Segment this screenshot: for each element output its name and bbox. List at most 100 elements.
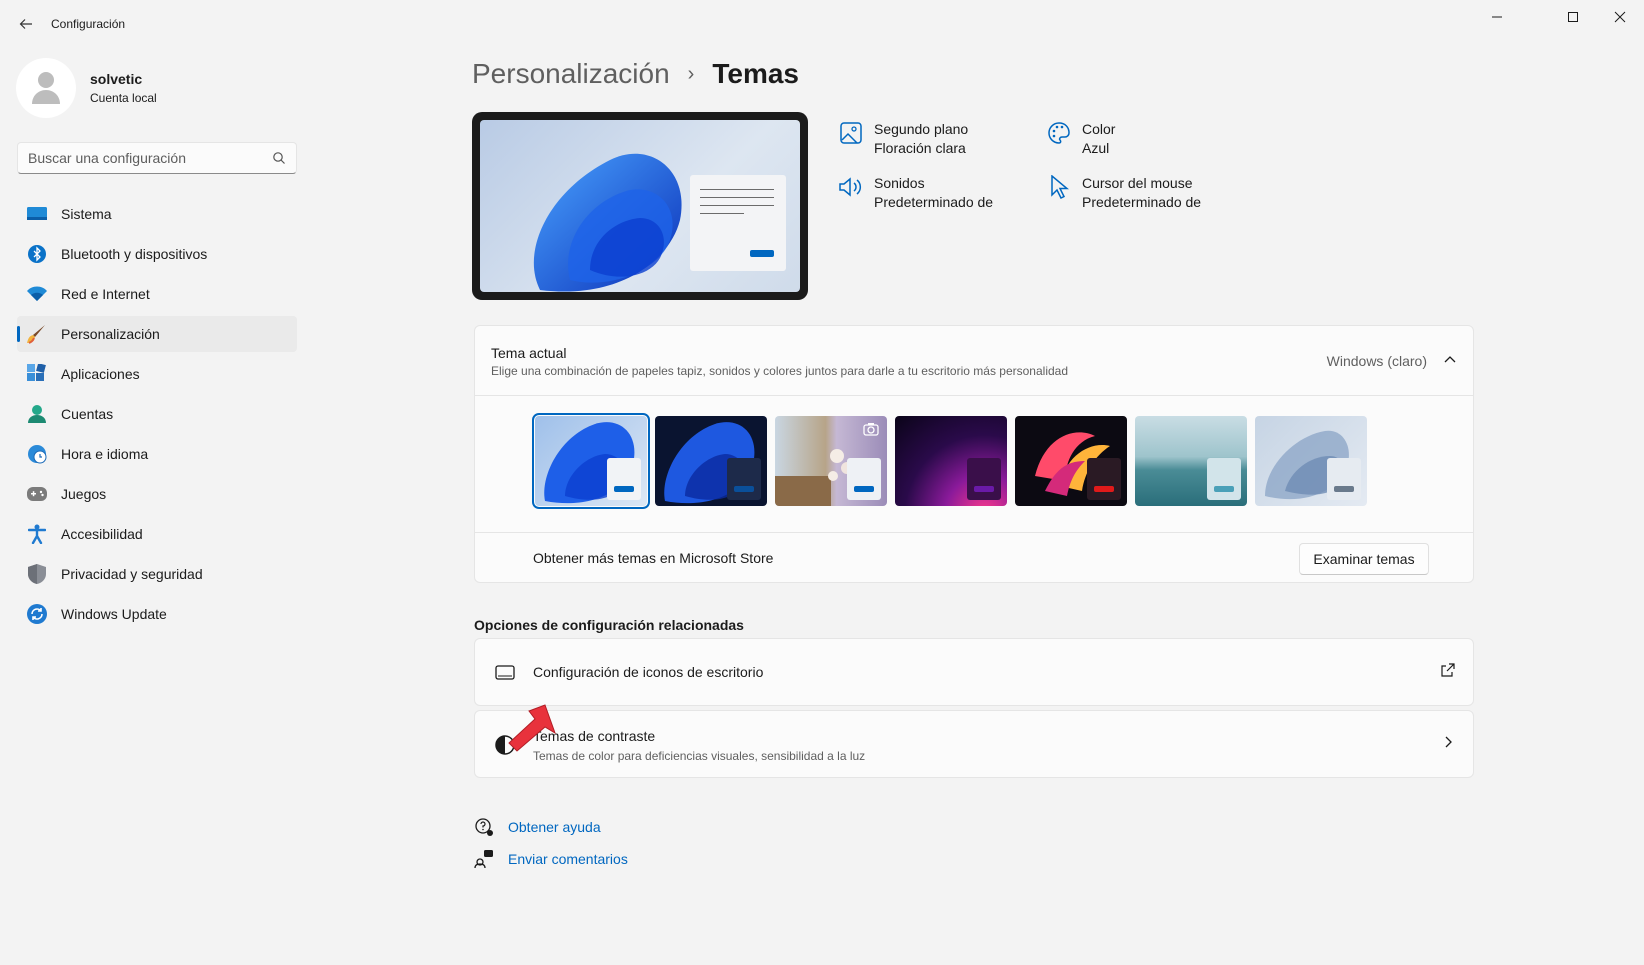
preview-wallpaper <box>480 120 800 292</box>
sidebar-item-red[interactable]: Red e Internet <box>17 276 297 312</box>
search-input[interactable] <box>28 150 272 166</box>
current-theme-card: Tema actual Elige una combinación de pap… <box>474 325 1474 583</box>
property-label: Sonidos <box>874 175 925 191</box>
breadcrumb: Personalización › Temas <box>472 58 799 90</box>
property-color[interactable]: Color Azul <box>1046 120 1115 158</box>
sidebar-item-sistema[interactable]: Sistema <box>17 196 297 232</box>
profile-account-type: Cuenta local <box>90 91 157 105</box>
chevron-right-icon <box>1441 735 1455 752</box>
settings-search[interactable] <box>17 142 297 174</box>
breadcrumb-parent[interactable]: Personalización <box>472 58 670 90</box>
sidebar-item-juegos[interactable]: Juegos <box>17 476 297 512</box>
cursor-icon <box>1046 174 1072 200</box>
sidebar-item-cuentas[interactable]: Cuentas <box>17 396 297 432</box>
sidebar-item-bluetooth[interactable]: Bluetooth y dispositivos <box>17 236 297 272</box>
desktop-icons-settings-row[interactable]: Configuración de iconos de escritorio <box>474 638 1474 706</box>
sidebar-item-accesibilidad[interactable]: Accesibilidad <box>17 516 297 552</box>
theme-preview <box>472 112 808 300</box>
feedback-icon <box>474 849 494 869</box>
gamepad-icon <box>27 484 47 504</box>
page-title: Temas <box>712 58 799 89</box>
theme-thumbnail-windows-dark[interactable] <box>655 416 767 506</box>
property-cursor[interactable]: Cursor del mouse Predeterminado de <box>1046 174 1201 212</box>
sidebar-item-label: Sistema <box>61 206 112 222</box>
sidebar-nav: Sistema Bluetooth y dispositivos Red e I… <box>17 196 297 636</box>
feedback-link-row: Enviar comentarios <box>474 849 628 869</box>
sidebar-item-label: Accesibilidad <box>61 526 143 542</box>
theme-thumbnail-flow[interactable] <box>1255 416 1367 506</box>
sidebar-item-windows-update[interactable]: Windows Update <box>17 596 297 632</box>
property-background[interactable]: Segundo plano Floración clara <box>838 120 968 158</box>
palette-icon <box>1046 120 1072 146</box>
back-button[interactable] <box>14 12 38 36</box>
close-button[interactable] <box>1596 0 1644 34</box>
image-icon <box>838 120 864 146</box>
speaker-icon <box>838 174 864 200</box>
browse-themes-button[interactable]: Examinar temas <box>1299 543 1429 575</box>
theme-section-description: Elige una combinación de papeles tapiz, … <box>491 364 1069 378</box>
user-avatar-icon <box>32 72 60 104</box>
property-sounds[interactable]: Sonidos Predeterminado de <box>838 174 993 212</box>
sidebar-item-label: Hora e idioma <box>61 446 149 462</box>
window-title: Configuración <box>51 17 126 31</box>
system-icon <box>27 204 47 224</box>
accessibility-icon <box>27 524 47 544</box>
current-theme-value: Windows (claro) <box>1326 353 1427 369</box>
monitor-icon <box>493 661 517 685</box>
property-label: Segundo plano <box>874 121 969 137</box>
shield-icon <box>27 564 47 584</box>
search-icon[interactable] <box>272 151 286 165</box>
send-feedback-link[interactable]: Enviar comentarios <box>508 851 628 867</box>
sidebar-item-label: Bluetooth y dispositivos <box>61 246 208 262</box>
preview-window-mock <box>690 175 786 271</box>
sidebar-item-hora[interactable]: Hora e idioma <box>17 436 297 472</box>
theme-section-title: Tema actual <box>491 345 567 361</box>
apps-icon <box>27 364 47 384</box>
sidebar-item-label: Red e Internet <box>61 286 150 302</box>
maximize-icon <box>1568 12 1578 22</box>
theme-thumbnail-windows-light[interactable] <box>532 413 650 509</box>
current-theme-header[interactable]: Tema actual Elige una combinación de pap… <box>475 326 1473 396</box>
help-chat-icon <box>474 817 494 837</box>
sidebar-item-label: Personalización <box>61 326 160 342</box>
sidebar-item-privacidad[interactable]: Privacidad y seguridad <box>17 556 297 592</box>
maximize-button[interactable] <box>1550 0 1596 34</box>
bluetooth-icon <box>27 244 47 264</box>
theme-thumbnail-sunrise[interactable] <box>1135 416 1247 506</box>
sidebar-item-aplicaciones[interactable]: Aplicaciones <box>17 356 297 392</box>
theme-thumbnail-captured-motion[interactable] <box>1015 416 1127 506</box>
sidebar-item-label: Juegos <box>61 486 107 502</box>
chevron-up-icon[interactable] <box>1443 352 1457 369</box>
related-settings-title: Opciones de configuración relacionadas <box>474 617 744 633</box>
theme-thumbnail-glow[interactable] <box>895 416 1007 506</box>
avatar <box>16 58 76 118</box>
sidebar-item-label: Aplicaciones <box>61 366 140 382</box>
annotation-arrow-icon <box>508 704 556 752</box>
update-icon <box>27 604 47 624</box>
contrast-themes-row[interactable]: Temas de contraste Temas de color para d… <box>474 710 1474 778</box>
minimize-button[interactable] <box>1474 0 1520 34</box>
bloom-wallpaper-graphic <box>533 153 682 292</box>
sidebar-item-label: Windows Update <box>61 606 167 622</box>
property-label: Color <box>1082 121 1116 137</box>
clock-globe-icon <box>27 444 47 464</box>
sidebar-item-label: Cuentas <box>61 406 114 422</box>
user-profile[interactable]: solvetic Cuenta local <box>16 58 157 118</box>
wifi-icon <box>27 284 47 304</box>
theme-thumbnail-windows-spotlight[interactable] <box>775 416 887 506</box>
property-value: Predeterminado de <box>1082 194 1202 210</box>
back-arrow-icon <box>19 19 32 29</box>
minimize-icon <box>1492 16 1502 18</box>
theme-thumbnails <box>532 413 1375 509</box>
property-value: Azul <box>1082 140 1110 156</box>
store-row: Obtener más temas en Microsoft Store Exa… <box>475 532 1473 584</box>
property-label: Cursor del mouse <box>1082 175 1193 191</box>
row-title: Configuración de iconos de escritorio <box>533 664 764 680</box>
sidebar-item-personalizacion[interactable]: Personalización <box>17 316 297 352</box>
title-bar: Configuración <box>0 0 1644 48</box>
sidebar-item-label: Privacidad y seguridad <box>61 566 203 582</box>
account-icon <box>27 404 47 424</box>
get-help-link[interactable]: Obtener ayuda <box>508 819 601 835</box>
property-value: Floración clara <box>874 140 966 156</box>
property-value: Predeterminado de <box>874 194 994 210</box>
